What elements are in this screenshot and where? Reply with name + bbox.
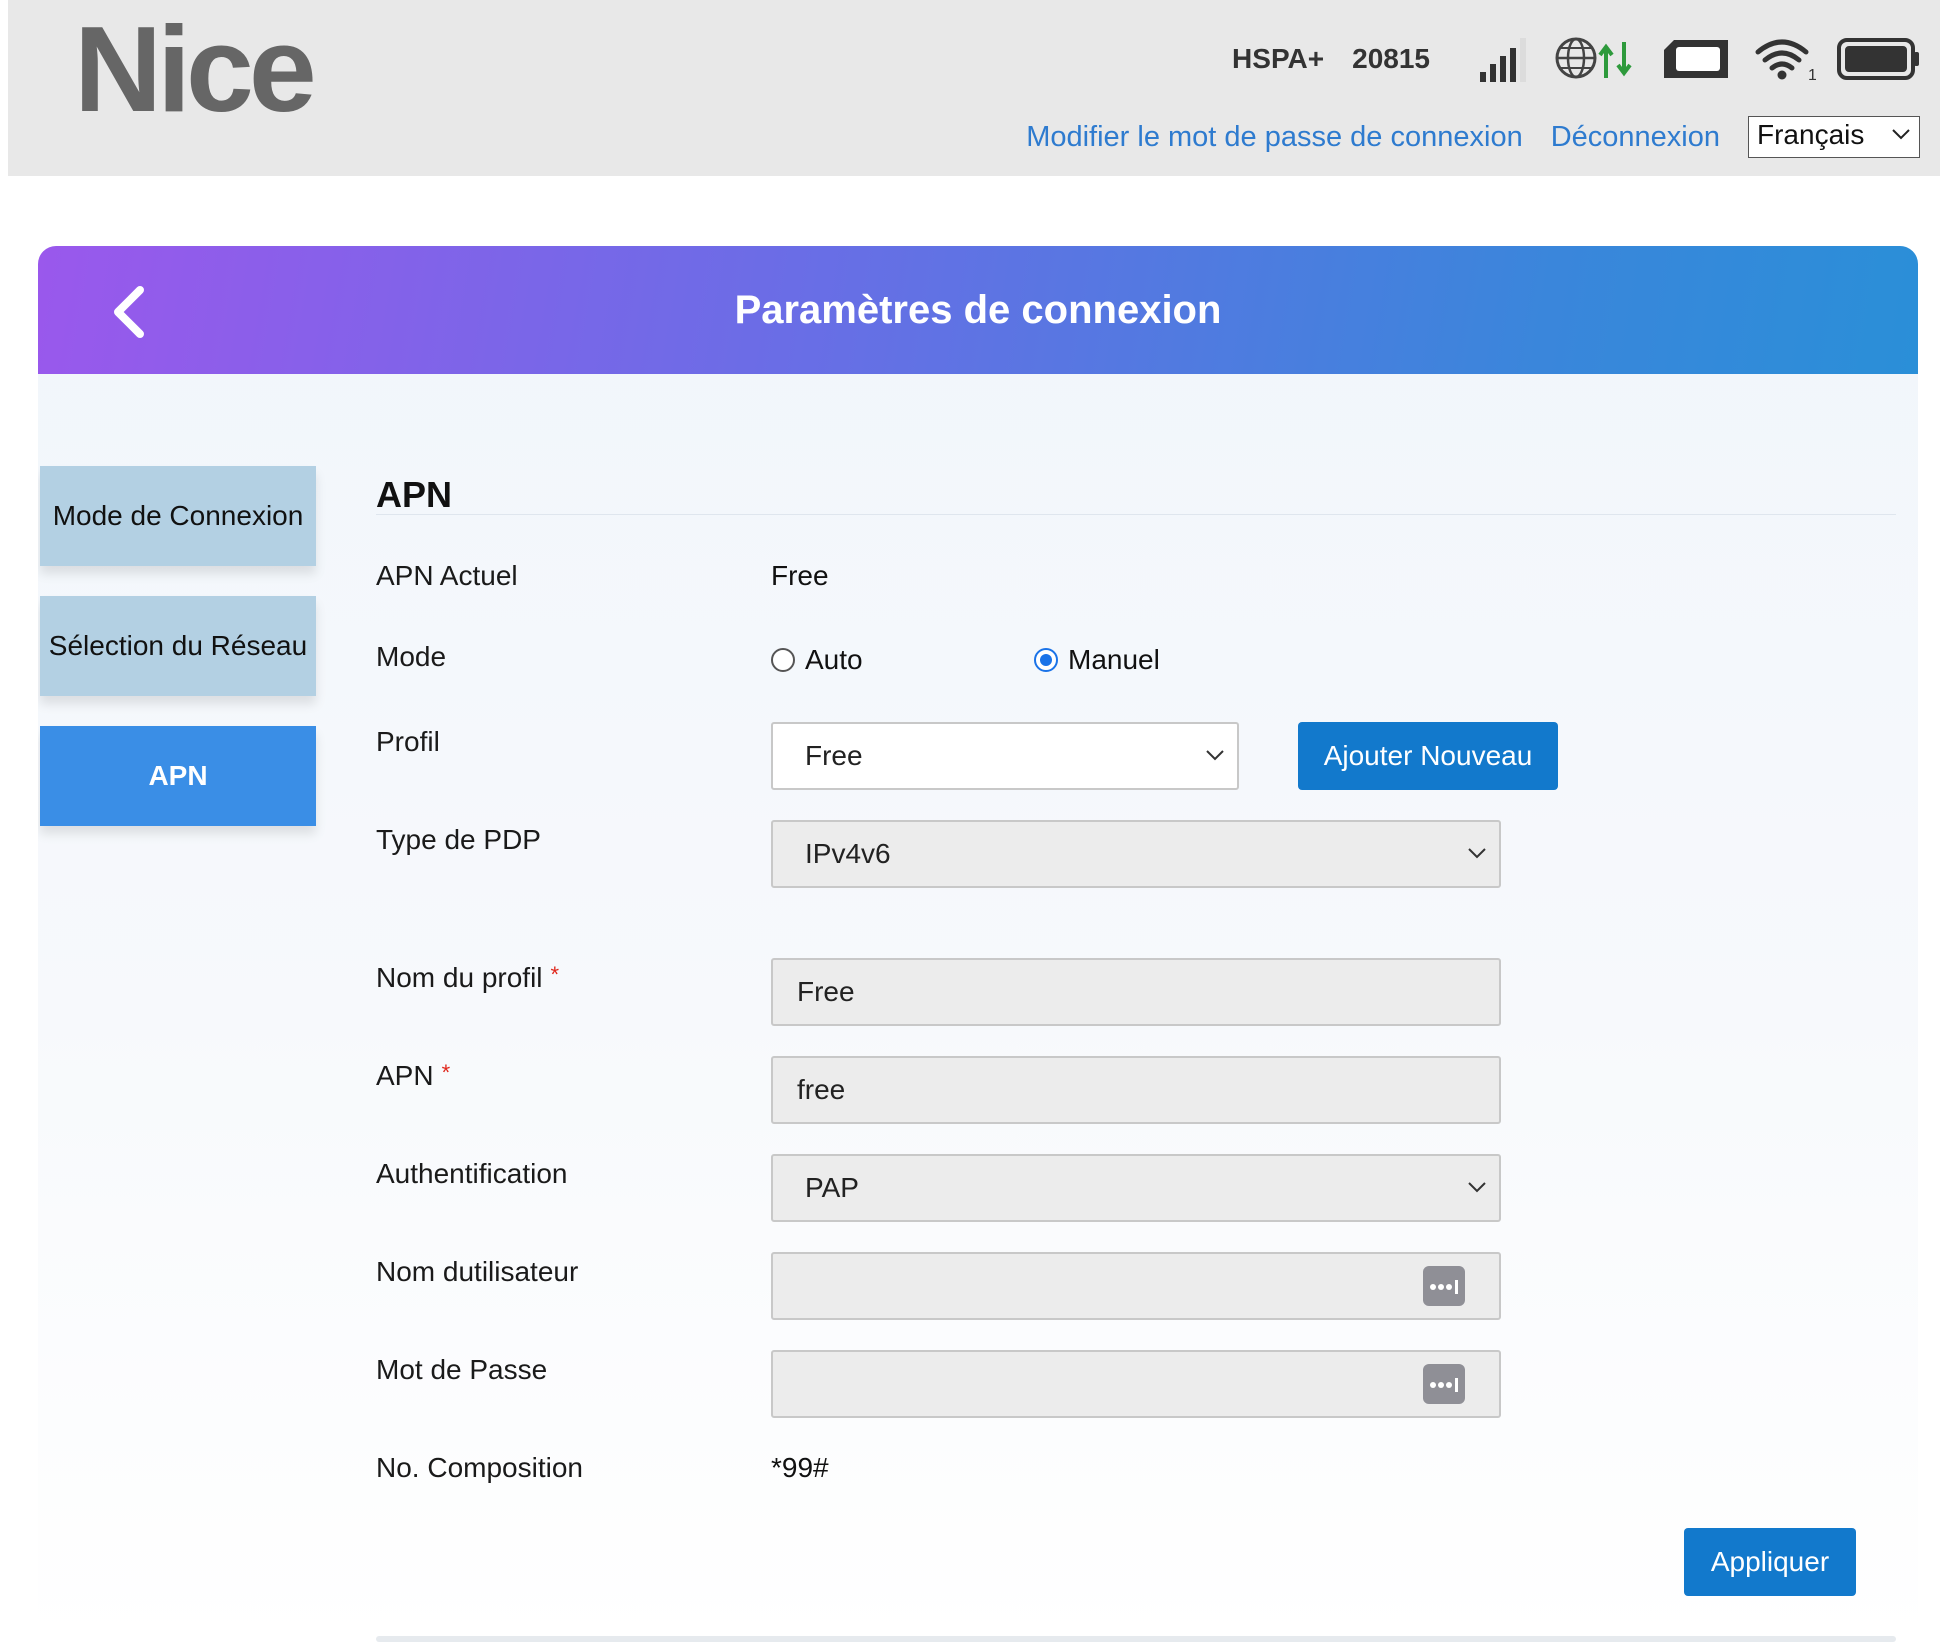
apply-button[interactable]: Appliquer [1684,1528,1856,1596]
password-manager-key-icon[interactable] [1423,1266,1465,1306]
status-bar: HSPA+ 20815 1 [1232,28,1920,90]
chevron-down-icon [1468,1182,1486,1193]
profile-name-label: Nom du profil * [376,962,559,994]
logout-link[interactable]: Déconnexion [1551,121,1720,154]
change-password-link[interactable]: Modifier le mot de passe de connexion [1026,121,1523,154]
mode-radio-manual[interactable]: Manuel [1034,644,1160,676]
sidebar-item-apn[interactable]: APN [40,726,316,826]
sidebar-item-label: Sélection du Réseau [48,630,308,661]
operator-code: 20815 [1352,43,1430,74]
back-arrow-icon[interactable] [110,286,150,343]
brand-logo: Nice [74,1,317,137]
network-type: HSPA+ [1232,43,1325,74]
chevron-down-icon [1206,750,1224,761]
required-mark: * [550,962,560,987]
password-manager-key-icon[interactable] [1423,1364,1465,1404]
panel-banner: Paramètres de connexion [38,246,1918,374]
mode-label: Mode [376,641,447,672]
dial-number-label: No. Composition [376,1452,583,1483]
current-apn-value: Free [771,560,829,591]
apn-label-text: APN [376,1060,434,1091]
sim-card-icon [1660,34,1734,84]
top-header: Nice HSPA+ 20815 1 Modifier le mot de pa… [8,0,1940,176]
language-value: Français [1757,119,1865,150]
profile-label: Profil [376,726,440,757]
add-new-profile-button[interactable]: Ajouter Nouveau [1298,722,1558,790]
svg-text:1: 1 [1808,67,1816,84]
bottom-divider [376,1636,1896,1642]
profile-value: Free [805,740,863,771]
apn-value: free [797,1074,846,1105]
profile-name-input[interactable]: Free [771,958,1501,1026]
chevron-down-icon [1468,848,1486,859]
radio-circle[interactable] [771,648,795,672]
required-mark: * [441,1060,451,1085]
dial-number-value: *99# [771,1452,829,1483]
authentication-label: Authentification [376,1158,568,1189]
radio-label-auto: Auto [805,644,863,675]
pdp-type-label: Type de PDP [376,824,541,855]
authentication-select[interactable]: PAP [771,1154,1501,1222]
radio-label-manual: Manuel [1068,644,1160,675]
sidebar-item-connection-mode[interactable]: Mode de Connexion [40,466,316,566]
wifi-icon: 1 [1754,34,1816,84]
mode-radio-auto[interactable]: Auto [771,644,863,676]
password-label: Mot de Passe [376,1354,548,1385]
section-divider [376,514,1896,515]
section-title: APN [376,474,453,515]
current-apn-label: APN Actuel [376,560,518,591]
pdp-type-select[interactable]: IPv4v6 [771,820,1501,888]
profile-select[interactable]: Free [771,722,1239,790]
password-input[interactable] [771,1350,1501,1418]
apn-label: APN * [376,1060,450,1092]
radio-circle-selected[interactable] [1034,648,1058,672]
battery-icon [1836,34,1920,84]
page-title: Paramètres de connexion [734,288,1222,332]
header-links: Modifier le mot de passe de connexion Dé… [998,116,1920,158]
pdp-type-value: IPv4v6 [805,838,891,869]
sidebar-item-network-selection[interactable]: Sélection du Réseau [40,596,316,696]
authentication-value: PAP [805,1172,859,1203]
sidebar-item-label: Mode de Connexion [52,500,304,531]
profile-name-label-text: Nom du profil [376,962,543,993]
profile-name-value: Free [797,976,855,1007]
chevron-down-icon [1892,129,1910,140]
apn-input[interactable]: free [771,1056,1501,1124]
username-input[interactable] [771,1252,1501,1320]
username-label: Nom dutilisateur [376,1256,579,1287]
signal-bars-icon [1478,34,1534,84]
settings-panel: Paramètres de connexion Mode de Connexio… [38,246,1918,1642]
sidebar-item-label: APN [148,760,208,791]
globe-data-icon [1554,34,1640,84]
language-select[interactable]: Français [1748,116,1920,158]
